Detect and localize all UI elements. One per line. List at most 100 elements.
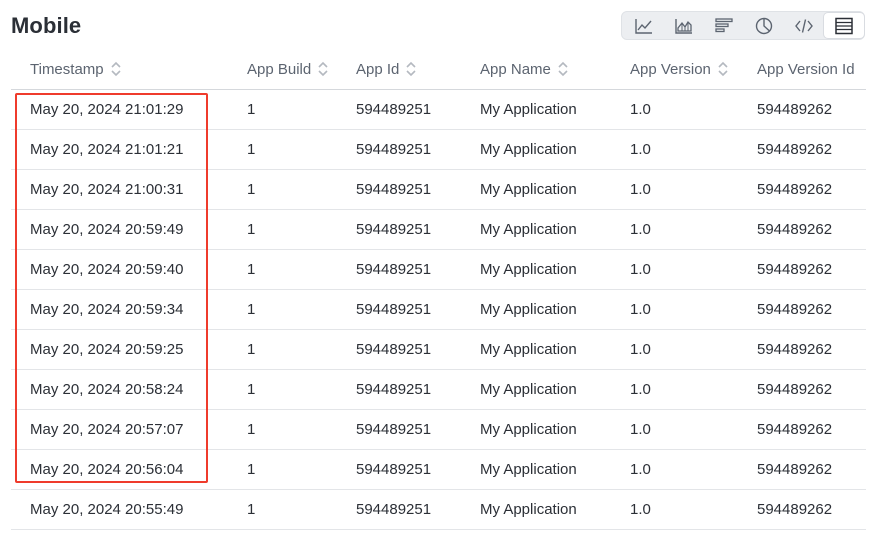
cell-timestamp: May 20, 2024 21:01:21	[30, 141, 184, 158]
table-row[interactable]: May 20, 2024 20:56:04 1 594489251 My Applic…	[11, 450, 866, 490]
table-row[interactable]: May 20, 2024 20:59:34 1 594489251 My Applic…	[11, 290, 866, 330]
cell-app-name: My Application	[480, 341, 577, 358]
code-button[interactable]	[784, 13, 824, 38]
cell-app-build: 1	[247, 261, 256, 278]
column-header-app-name[interactable]: App Name	[480, 49, 569, 89]
cell-timestamp: May 20, 2024 20:59:34	[30, 301, 184, 318]
bar-chart-button[interactable]	[704, 13, 744, 38]
table-row[interactable]: May 20, 2024 20:59:25 1 594489251 My Applic…	[11, 330, 866, 370]
cell-app-version: 1.0	[630, 141, 651, 158]
cell-app-version: 1.0	[630, 261, 651, 278]
cell-timestamp: May 20, 2024 20:59:25	[30, 341, 184, 358]
cell-app-name: My Application	[480, 421, 577, 438]
cell-app-build: 1	[247, 501, 256, 518]
cell-app-build: 1	[247, 101, 256, 118]
cell-app-build: 1	[247, 181, 256, 198]
area-chart-icon	[675, 18, 692, 34]
column-header-label: App Name	[480, 60, 551, 78]
cell-app-version: 1.0	[630, 221, 651, 238]
table-view-button[interactable]	[824, 13, 864, 38]
cell-app-version-id: 594489262	[757, 261, 833, 278]
table-row[interactable]: May 20, 2024 20:57:07 1 594489251 My Applic…	[11, 410, 866, 450]
page-title: Mobile	[11, 13, 82, 38]
table-row[interactable]: May 20, 2024 20:58:24 1 594489251 My Applic…	[11, 370, 866, 410]
cell-timestamp: May 20, 2024 21:01:29	[30, 101, 184, 118]
sort-icon[interactable]	[405, 59, 417, 79]
table-row[interactable]: May 20, 2024 21:01:21 1 594489251 My Applic…	[11, 130, 866, 170]
table-row[interactable]: May 20, 2024 20:59:40 1 594489251 My Applic…	[11, 250, 866, 290]
cell-app-id: 594489251	[356, 301, 432, 318]
cell-app-name: My Application	[480, 381, 577, 398]
cell-app-id: 594489251	[356, 261, 432, 278]
column-header-label: Timestamp	[30, 60, 104, 78]
column-header-app-id[interactable]: App Id	[356, 49, 417, 89]
cell-app-name: My Application	[480, 261, 577, 278]
cell-app-name: My Application	[480, 141, 577, 158]
sort-icon[interactable]	[317, 59, 329, 79]
table-body: May 20, 2024 21:01:29 1 594489251 My Applic…	[11, 90, 866, 530]
cell-app-version-id: 594489262	[757, 381, 833, 398]
cell-app-version: 1.0	[630, 181, 651, 198]
cell-app-id: 594489251	[356, 461, 432, 478]
cell-app-name: My Application	[480, 221, 577, 238]
cell-timestamp: May 20, 2024 20:59:49	[30, 221, 184, 238]
column-header-label: App Build	[247, 60, 312, 78]
cell-timestamp: May 20, 2024 20:55:49	[30, 501, 184, 518]
cell-app-version-id: 594489262	[757, 221, 833, 238]
cell-app-id: 594489251	[356, 381, 432, 398]
cell-app-build: 1	[247, 421, 256, 438]
bar-chart-icon	[715, 17, 733, 32]
column-header-app-version[interactable]: App Version	[630, 49, 729, 89]
column-header-timestamp[interactable]: Timestamp	[30, 49, 122, 89]
cell-app-version: 1.0	[630, 461, 651, 478]
cell-app-build: 1	[247, 301, 256, 318]
cell-timestamp: May 20, 2024 20:56:04	[30, 461, 184, 478]
cell-timestamp: May 20, 2024 20:57:07	[30, 421, 184, 438]
column-header-label: App Id	[356, 60, 400, 78]
cell-app-version-id: 594489262	[757, 181, 833, 198]
cell-timestamp: May 20, 2024 20:58:24	[30, 381, 184, 398]
table-row[interactable]: May 20, 2024 20:59:49 1 594489251 My Applic…	[11, 210, 866, 250]
sort-icon[interactable]	[557, 59, 569, 79]
cell-app-version-id: 594489262	[757, 501, 833, 518]
cell-app-id: 594489251	[356, 501, 432, 518]
cell-app-version: 1.0	[630, 301, 651, 318]
cell-app-version: 1.0	[630, 101, 651, 118]
cell-app-id: 594489251	[356, 181, 432, 198]
visualization-toolbar	[621, 11, 865, 40]
column-header-label: App Version	[630, 60, 711, 78]
cell-app-version-id: 594489262	[757, 341, 833, 358]
cell-app-version-id: 594489262	[757, 141, 833, 158]
cell-app-version: 1.0	[630, 341, 651, 358]
table-row[interactable]: May 20, 2024 21:00:31 1 594489251 My Applic…	[11, 170, 866, 210]
cell-app-version-id: 594489262	[757, 301, 833, 318]
cell-app-version: 1.0	[630, 381, 651, 398]
cell-app-build: 1	[247, 341, 256, 358]
cell-app-name: My Application	[480, 461, 577, 478]
cell-app-build: 1	[247, 461, 256, 478]
column-header-app-build[interactable]: App Build	[247, 49, 329, 89]
sort-icon[interactable]	[717, 59, 729, 79]
table-row[interactable]: May 20, 2024 20:55:49 1 594489251 My Applic…	[11, 490, 866, 530]
cell-app-build: 1	[247, 221, 256, 238]
cell-app-version-id: 594489262	[757, 101, 833, 118]
pie-chart-button[interactable]	[744, 13, 784, 38]
area-chart-button[interactable]	[664, 13, 704, 38]
column-header-label: App Version Id	[757, 60, 855, 78]
cell-timestamp: May 20, 2024 20:59:40	[30, 261, 184, 278]
column-header-app-version-id[interactable]: App Version Id	[757, 49, 855, 89]
line-chart-icon	[635, 18, 652, 34]
table-row[interactable]: May 20, 2024 21:01:29 1 594489251 My Applic…	[11, 90, 866, 130]
sort-icon[interactable]	[110, 59, 122, 79]
line-chart-button[interactable]	[624, 13, 664, 38]
code-icon	[795, 18, 813, 33]
cell-app-version: 1.0	[630, 501, 651, 518]
cell-app-build: 1	[247, 141, 256, 158]
cell-app-id: 594489251	[356, 221, 432, 238]
cell-app-version-id: 594489262	[757, 461, 833, 478]
cell-app-id: 594489251	[356, 421, 432, 438]
cell-app-name: My Application	[480, 301, 577, 318]
cell-app-name: My Application	[480, 181, 577, 198]
table-icon	[835, 17, 853, 34]
cell-app-version-id: 594489262	[757, 421, 833, 438]
